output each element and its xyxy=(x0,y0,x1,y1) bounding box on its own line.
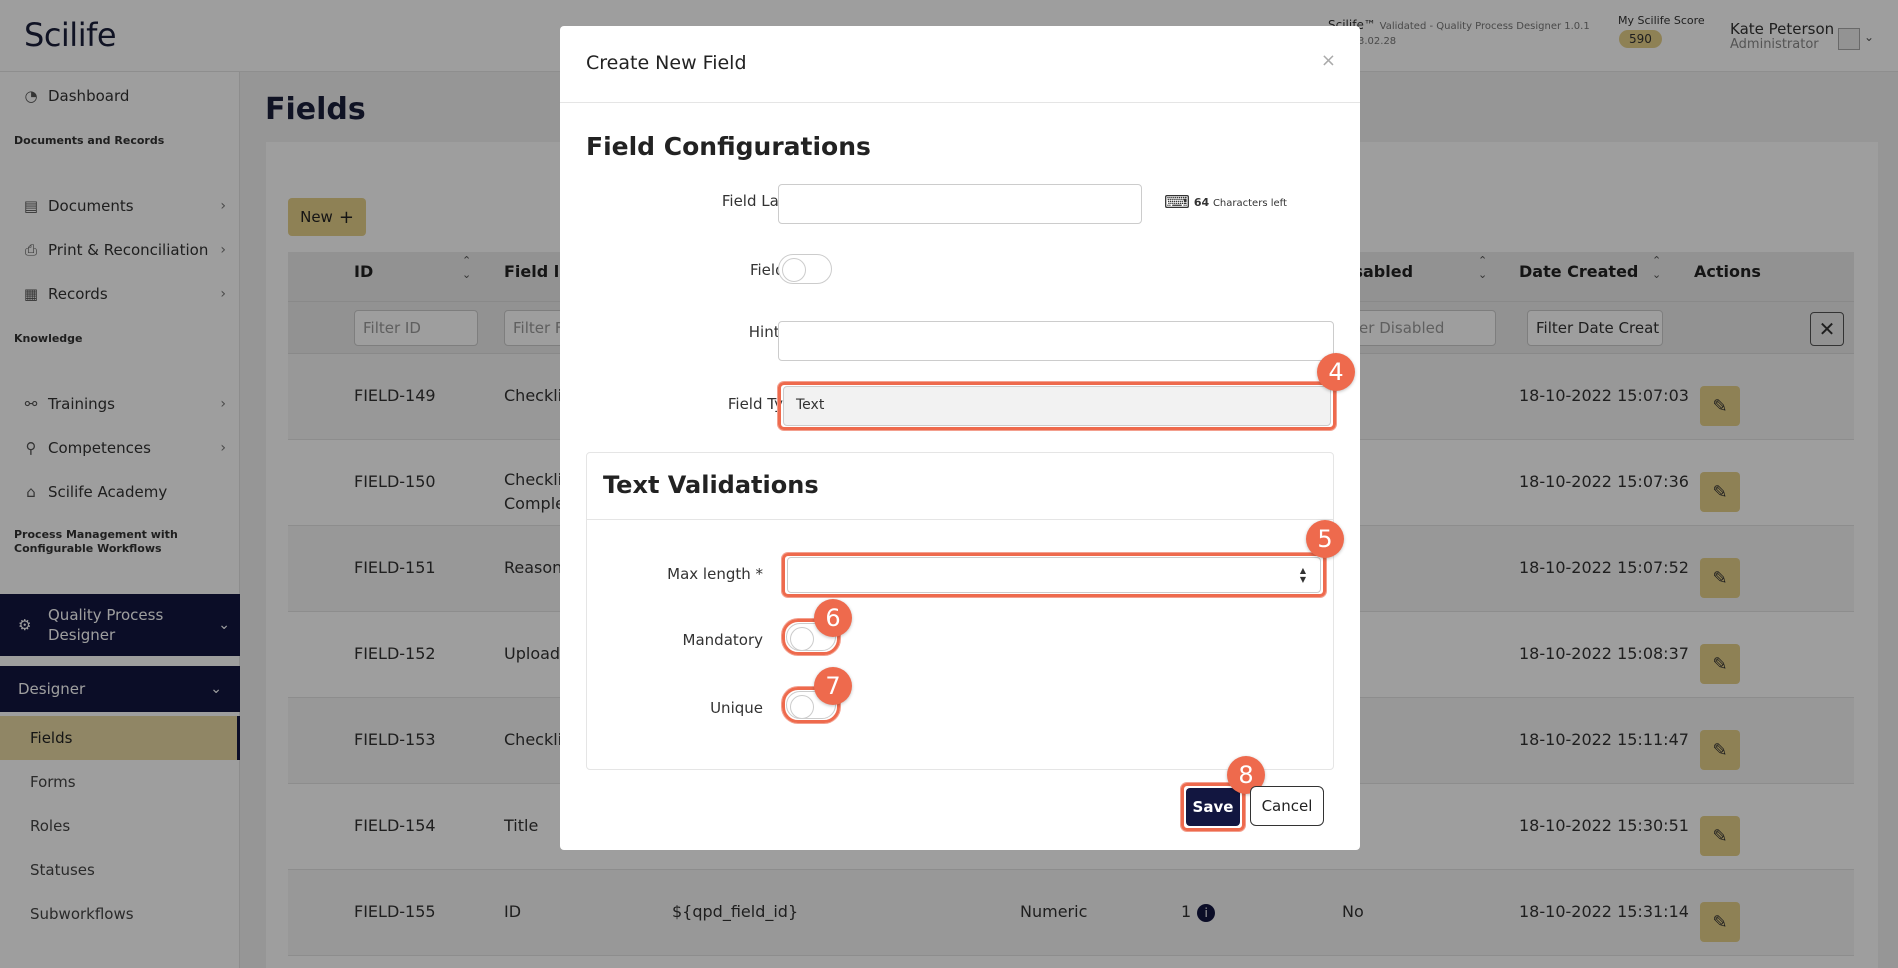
annotation-badge: 5 xyxy=(1306,520,1344,558)
mandatory-label: Mandatory xyxy=(682,631,763,649)
validations-title: Text Validations xyxy=(603,471,819,499)
field-label-input[interactable] xyxy=(778,184,1142,224)
stepper-icon[interactable]: ▲ ▼ xyxy=(1300,566,1306,584)
field-type-select[interactable]: Text xyxy=(783,386,1331,426)
char-count: 64 xyxy=(1193,196,1210,209)
char-count-text: Characters left xyxy=(1212,198,1287,209)
char-counter: ⌨ 64 Characters left xyxy=(1164,192,1287,213)
max-length-label: Max length * xyxy=(667,565,763,583)
divider xyxy=(560,102,1360,103)
field-set-toggle[interactable] xyxy=(778,254,832,284)
text-validations-panel: Text Validations Max length * ▲ ▼ 5 Manda… xyxy=(586,452,1344,770)
annotation-badge: 7 xyxy=(814,667,852,705)
save-button[interactable]: Save xyxy=(1186,788,1240,826)
divider xyxy=(587,519,1333,520)
max-length-input[interactable]: ▲ ▼ xyxy=(787,557,1321,593)
keyboard-icon: ⌨ xyxy=(1164,192,1190,213)
section-title: Field Configurations xyxy=(586,132,871,161)
annotation-badge: 6 xyxy=(814,599,852,637)
create-field-modal: Create New Field × Field Configurations … xyxy=(560,26,1360,850)
hint-text-input[interactable] xyxy=(778,321,1334,361)
annotation-badge: 4 xyxy=(1317,353,1355,391)
unique-label: Unique xyxy=(710,699,763,717)
close-icon[interactable]: × xyxy=(1321,50,1336,71)
cancel-button[interactable]: Cancel xyxy=(1250,786,1324,826)
modal-title: Create New Field xyxy=(586,52,747,74)
